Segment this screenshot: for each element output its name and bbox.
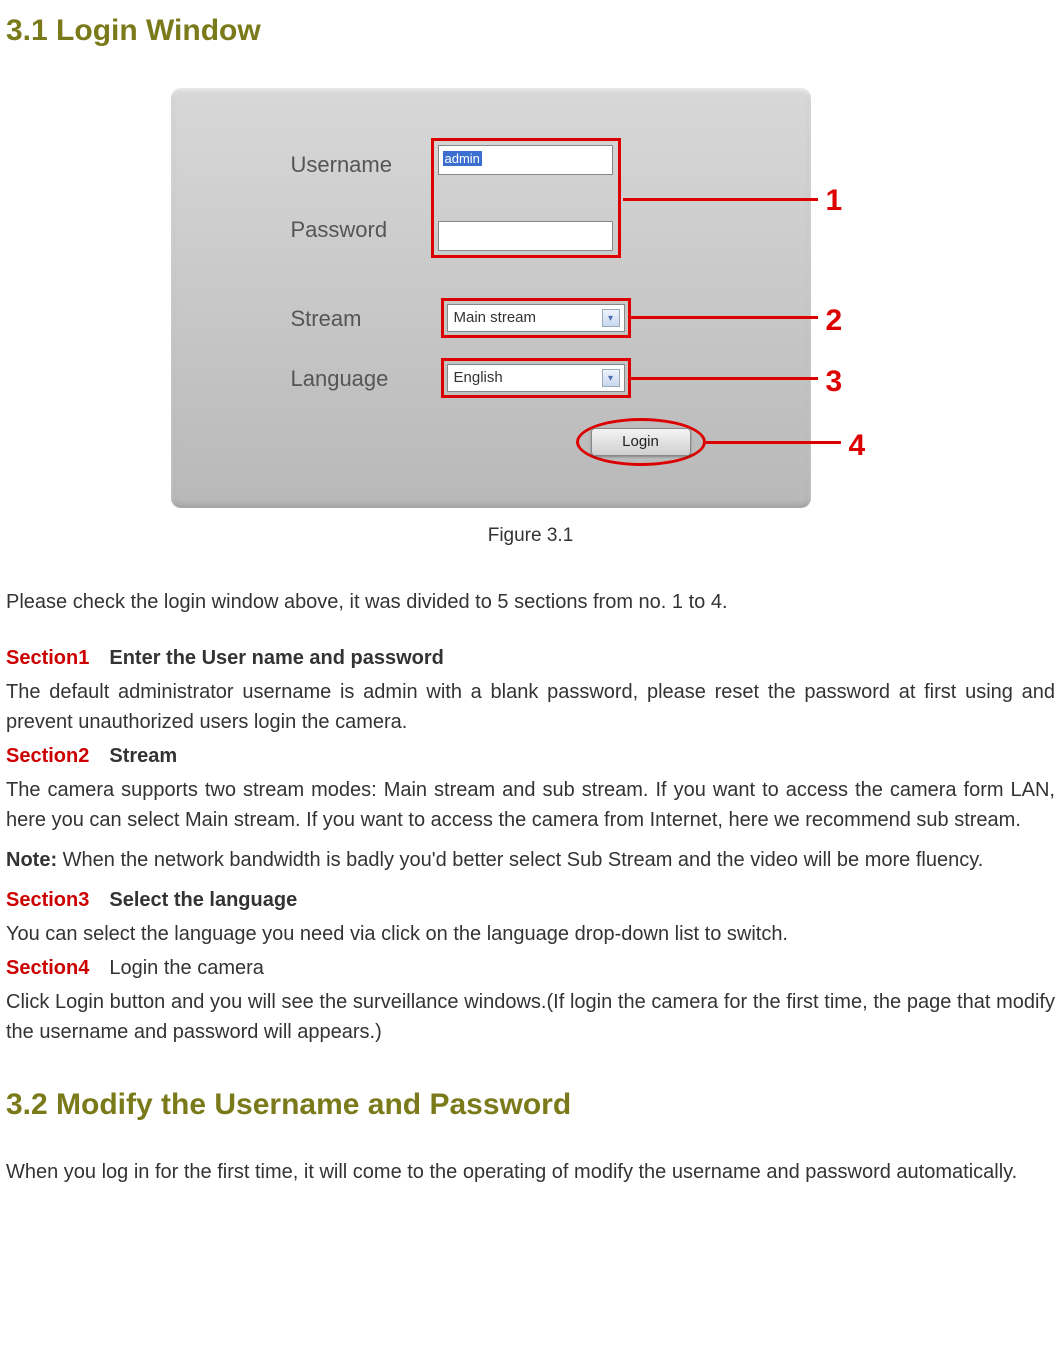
row-language: Language English ▾ [291,358,631,398]
section2-title: Stream [109,745,177,767]
stream-select[interactable]: Main stream ▾ [447,304,625,332]
language-highlight-box: English ▾ [441,358,631,398]
section4-heading: Section4 Login the camera [6,953,1055,983]
callout-number-4: 4 [849,423,866,468]
login-button[interactable]: Login [591,428,691,456]
section4-label: Section4 [6,957,89,979]
callout-line-1 [623,198,818,201]
callout-number-3: 3 [826,359,843,404]
section4-text: Click Login button and you will see the … [6,987,1055,1047]
login-panel: Username Password admin Stream Main stre… [171,88,811,508]
figure-3-1: Username Password admin Stream Main stre… [171,88,891,508]
intro-paragraph: Please check the login window above, it … [6,587,1055,617]
language-select[interactable]: English ▾ [447,364,625,392]
row-username: Username [291,148,441,181]
username-input[interactable]: admin [438,145,613,175]
language-select-value: English [454,367,503,390]
section1-heading: Section1 Enter the User name and password [6,643,1055,673]
note-row: Note: When the network bandwidth is badl… [6,845,1055,875]
callout-number-2: 2 [826,298,843,343]
section3-text: You can select the language you need via… [6,919,1055,949]
section2-label: Section2 [6,745,89,767]
label-password: Password [291,213,441,246]
label-username: Username [291,148,441,181]
login-highlight-ellipse: Login [576,418,706,466]
label-stream: Stream [291,302,441,335]
chevron-down-icon: ▾ [602,369,620,387]
section-heading-3-1: 3.1 Login Window [6,8,1055,53]
callout-number-1: 1 [826,178,843,223]
section3-label: Section3 [6,889,89,911]
section1-label: Section1 [6,647,89,669]
section2-text: The camera supports two stream modes: Ma… [6,775,1055,835]
figure-caption: Figure 3.1 [6,522,1055,551]
callout-line-2 [631,316,818,319]
label-language: Language [291,362,441,395]
chevron-down-icon: ▾ [602,309,620,327]
section-heading-3-2: 3.2 Modify the Username and Password [6,1082,1055,1127]
callout-line-3 [631,377,818,380]
section1-title: Enter the User name and password [109,647,444,669]
callout-line-4 [706,441,841,444]
stream-select-value: Main stream [454,307,537,330]
section2-heading: Section2 Stream [6,741,1055,771]
section-3-2-paragraph: When you log in for the first time, it w… [6,1157,1055,1187]
section4-title: Login the camera [109,957,264,979]
section1-text: The default administrator username is ad… [6,677,1055,737]
note-text: When the network bandwidth is badly you'… [57,849,983,871]
section3-heading: Section3 Select the language [6,885,1055,915]
row-password: Password [291,213,441,246]
username-input-value: admin [443,151,482,166]
password-input[interactable] [438,221,613,251]
note-label: Note: [6,849,57,871]
section3-title: Select the language [109,889,297,911]
credentials-highlight-box: admin [431,138,621,258]
row-stream: Stream Main stream ▾ [291,298,631,338]
stream-highlight-box: Main stream ▾ [441,298,631,338]
